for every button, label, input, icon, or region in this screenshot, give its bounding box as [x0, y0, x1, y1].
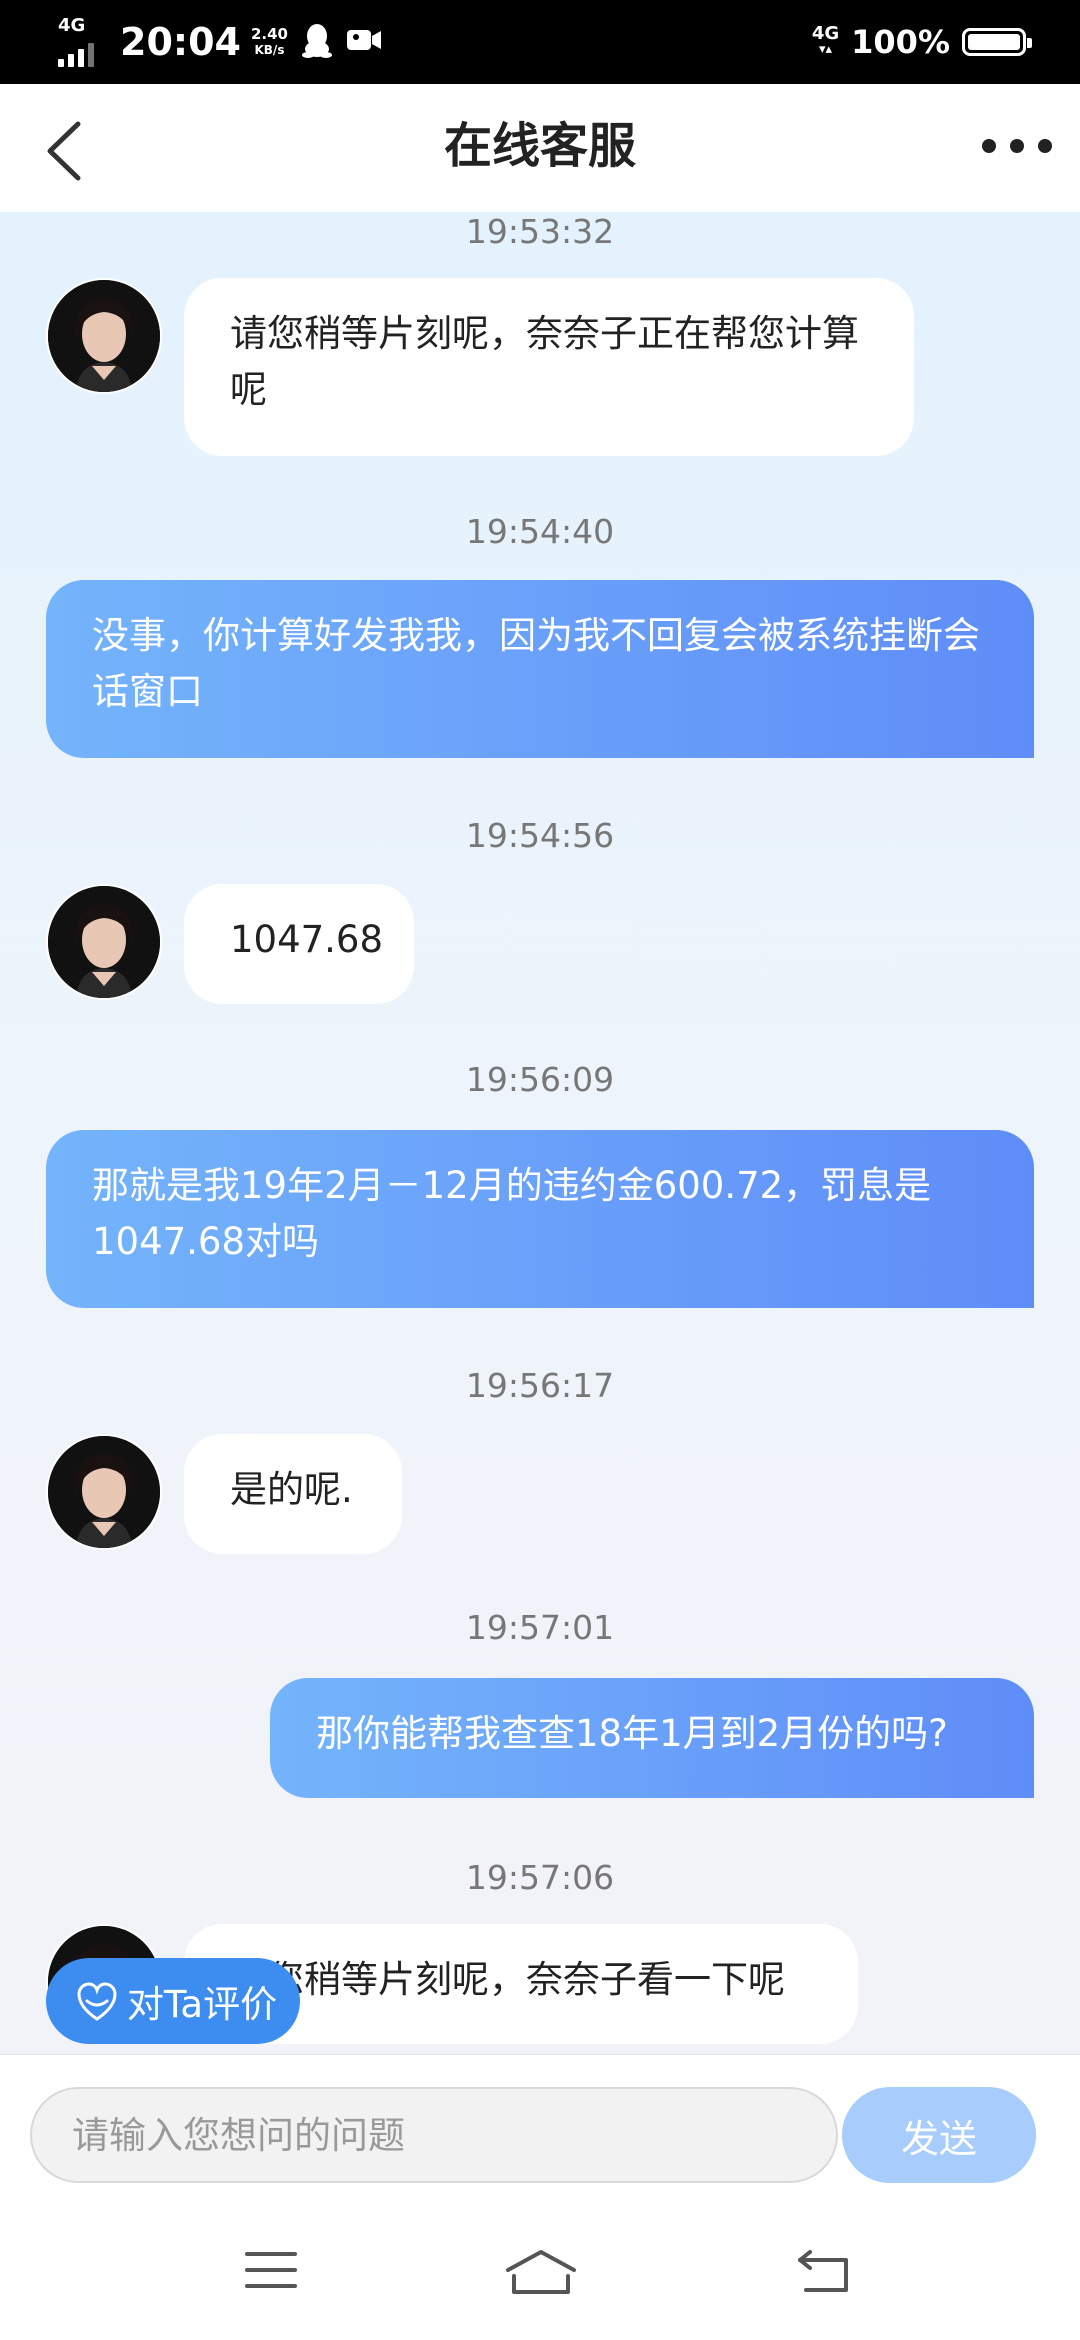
signal-strength-icon — [58, 37, 94, 67]
incoming-message-bubble: 1047.68 — [184, 884, 414, 1004]
message-timestamp: 19:57:06 — [465, 1858, 615, 1897]
message-timestamp: 19:54:40 — [465, 512, 615, 551]
agent-avatar[interactable] — [46, 1434, 162, 1550]
network-speed-unit: KB/s — [254, 43, 285, 57]
mobile-data-indicator: 4G ▾▴ — [811, 23, 840, 58]
message-text: 没事，你计算好发我我，因为我不回复会被系统挂断会话窗口 — [92, 614, 980, 713]
message-timestamp: 19:53:32 — [465, 212, 615, 251]
outgoing-message-bubble: 没事，你计算好发我我，因为我不回复会被系统挂断会话窗口 — [46, 580, 1034, 758]
message-text: 1047.68 — [230, 918, 384, 961]
message-text: 是的呢. — [230, 1468, 353, 1511]
message-timestamp: 19:56:17 — [465, 1366, 615, 1405]
status-right: 4G ▾▴ 100% — [811, 18, 1032, 66]
message-text: 请您稍等片刻呢，奈奈子正在帮您计算呢 — [230, 312, 859, 411]
message-composer: 发送 — [0, 2054, 1080, 2195]
menu-lines-icon — [245, 2252, 297, 2288]
send-button[interactable]: 发送 — [842, 2087, 1036, 2183]
battery-fill — [968, 34, 1020, 50]
system-navigation-bar — [0, 2194, 1080, 2340]
menu-button[interactable] — [244, 2248, 298, 2296]
home-button[interactable] — [504, 2248, 578, 2300]
rate-agent-button[interactable]: 对Ta评价 — [46, 1958, 300, 2044]
rate-agent-label: 对Ta评价 — [126, 1983, 278, 2026]
video-camera-icon — [346, 27, 382, 57]
page-title: 在线客服 — [443, 118, 636, 174]
outgoing-message-bubble: 那就是我19年2月－12月的违约金600.72，罚息是1047.68对吗 — [46, 1130, 1034, 1308]
outgoing-message-bubble: 那你能帮我查查18年1月到2月份的吗? — [270, 1678, 1034, 1798]
more-options-button[interactable] — [982, 124, 1052, 168]
mobile-data-label: 4G — [811, 23, 840, 44]
status-bar: 4G 20:04 2.40 KB/s 4G ▾▴ 100% — [0, 0, 1080, 84]
status-left: 4G 20:04 2.40 KB/s — [58, 15, 382, 67]
incoming-message-bubble: 是的呢. — [184, 1434, 402, 1554]
return-arrow-icon — [798, 2250, 848, 2292]
network-type-label: 4G — [58, 15, 86, 36]
message-timestamp: 19:57:01 — [465, 1608, 615, 1647]
heart-shield-icon — [77, 1982, 117, 2021]
incoming-message-bubble: 请您稍等片刻呢，奈奈子正在帮您计算呢 — [184, 278, 914, 456]
network-speed-value: 2.40 — [250, 25, 288, 43]
message-input[interactable] — [30, 2087, 838, 2183]
message-timestamp: 19:56:09 — [465, 1060, 615, 1099]
message-text: 请您稍等片刻呢，奈奈子看一下呢 — [230, 1958, 785, 2001]
battery-icon — [962, 28, 1032, 56]
message-timestamp: 19:54:56 — [465, 816, 615, 855]
agent-avatar[interactable] — [46, 884, 162, 1000]
return-button[interactable] — [796, 2248, 852, 2300]
home-icon — [506, 2250, 576, 2294]
top-navigation-bar: 在线客服 — [0, 84, 1080, 213]
data-arrows-icon: ▾▴ — [818, 42, 833, 57]
agent-avatar[interactable] — [46, 278, 162, 394]
network-speed: 2.40 KB/s — [251, 26, 288, 58]
qq-penguin-icon — [301, 22, 332, 62]
message-text: 那就是我19年2月－12月的违约金600.72，罚息是1047.68对吗 — [92, 1164, 932, 1263]
chat-message-list[interactable]: 19:53:32 请您稍等片刻呢，奈奈子正在帮您计算呢 19:54:40 没事，… — [0, 212, 1080, 2054]
battery-percentage: 100% — [851, 23, 950, 61]
clock: 20:04 — [120, 20, 241, 64]
more-dot-icon — [982, 139, 996, 153]
message-text: 那你能帮我查查18年1月到2月份的吗? — [316, 1712, 948, 1755]
